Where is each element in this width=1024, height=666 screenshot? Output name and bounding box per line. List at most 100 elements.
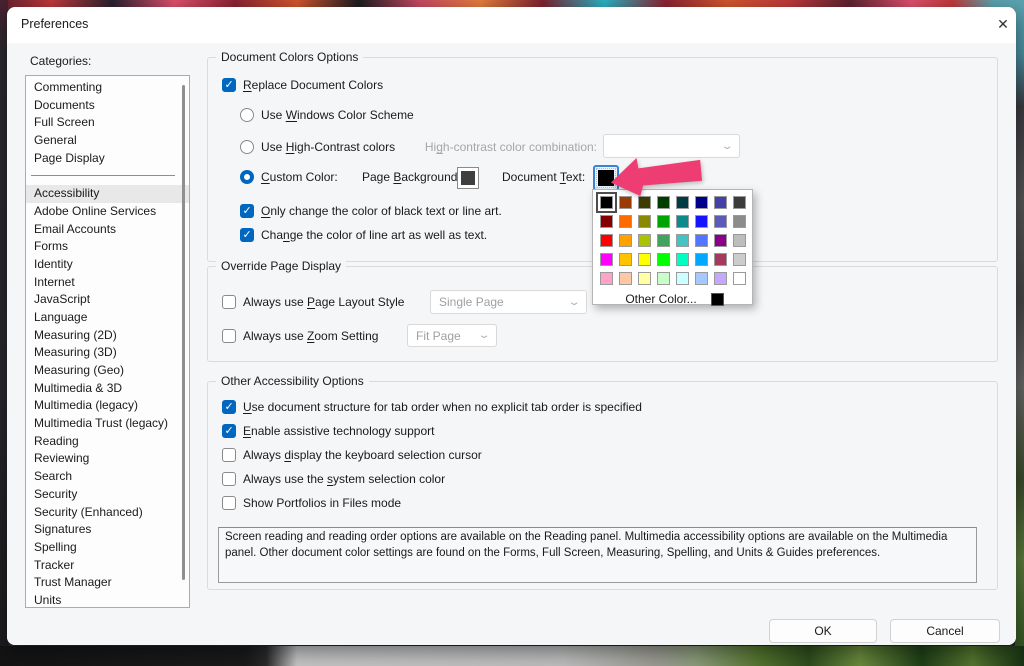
color-swatch xyxy=(657,272,670,285)
color-swatch xyxy=(733,215,746,228)
category-item[interactable]: Spelling xyxy=(26,539,189,557)
category-item[interactable]: Measuring (3D) xyxy=(26,344,189,362)
color-swatch-cell[interactable] xyxy=(692,250,711,269)
color-swatch-cell[interactable] xyxy=(673,212,692,231)
category-item[interactable]: Security (Enhanced) xyxy=(26,504,189,522)
category-item[interactable]: Multimedia (legacy) xyxy=(26,397,189,415)
color-swatch-cell[interactable] xyxy=(692,212,711,231)
category-item[interactable]: Multimedia Trust (legacy) xyxy=(26,415,189,433)
category-item[interactable]: Email Accounts xyxy=(26,221,189,239)
category-item[interactable]: Forms xyxy=(26,238,189,256)
accessibility-option-label: Use document structure for tab order whe… xyxy=(243,400,642,414)
accessibility-option-checkbox[interactable] xyxy=(222,496,236,510)
category-item[interactable]: Measuring (Geo) xyxy=(26,362,189,380)
category-item[interactable]: Page Display xyxy=(26,150,189,168)
other-color-row[interactable]: Other Color... xyxy=(597,289,752,309)
category-item[interactable]: Tracker xyxy=(26,557,189,575)
color-swatch xyxy=(600,253,613,266)
color-swatch-cell[interactable] xyxy=(730,269,749,288)
color-swatch-cell[interactable] xyxy=(635,250,654,269)
category-item[interactable]: Search xyxy=(26,468,189,486)
preferences-dialog: Preferences ✕ Categories: Commenting Doc… xyxy=(7,7,1016,645)
color-swatch-cell[interactable] xyxy=(654,212,673,231)
accessibility-option-checkbox[interactable] xyxy=(222,400,236,414)
color-swatch-cell[interactable] xyxy=(711,250,730,269)
color-swatch-cell[interactable] xyxy=(711,212,730,231)
use-high-contrast-radio[interactable] xyxy=(240,140,254,154)
category-item[interactable]: Identity xyxy=(26,256,189,274)
accessibility-option-checkbox[interactable] xyxy=(222,424,236,438)
color-swatch-cell[interactable] xyxy=(616,231,635,250)
category-item[interactable]: Accessibility xyxy=(26,185,189,203)
always-zoom-checkbox[interactable] xyxy=(222,329,236,343)
color-swatch-cell[interactable] xyxy=(730,250,749,269)
accessibility-option-checkbox[interactable] xyxy=(222,448,236,462)
color-swatch xyxy=(657,234,670,247)
category-item[interactable]: JavaScript xyxy=(26,291,189,309)
category-item[interactable]: Security xyxy=(26,486,189,504)
category-item[interactable]: Measuring (2D) xyxy=(26,327,189,345)
accessibility-option-row: Show Portfolios in Files mode xyxy=(222,493,401,513)
color-swatch-cell[interactable] xyxy=(673,250,692,269)
accessibility-option-label: Enable assistive technology support xyxy=(243,424,434,438)
color-swatch-cell[interactable] xyxy=(597,250,616,269)
only-change-black-checkbox[interactable] xyxy=(240,204,254,218)
page-background-swatch-button[interactable] xyxy=(457,167,479,189)
document-text-label: Document Text: xyxy=(502,170,585,184)
color-swatch-cell[interactable] xyxy=(616,212,635,231)
color-swatch-cell[interactable] xyxy=(692,269,711,288)
color-swatch-cell[interactable] xyxy=(616,250,635,269)
categories-scrollbar[interactable] xyxy=(182,85,185,580)
color-swatch-cell[interactable] xyxy=(597,269,616,288)
color-swatch-cell[interactable] xyxy=(635,212,654,231)
replace-document-colors-checkbox[interactable] xyxy=(222,78,236,92)
color-swatch xyxy=(695,253,708,266)
category-item[interactable]: Adobe Online Services xyxy=(26,203,189,221)
color-swatch-cell[interactable] xyxy=(730,231,749,250)
category-item[interactable]: Commenting xyxy=(26,79,189,97)
color-swatch-cell[interactable] xyxy=(711,231,730,250)
page-layout-style-select[interactable]: Single Page ⌄ xyxy=(430,290,587,314)
color-swatch-cell[interactable] xyxy=(654,250,673,269)
color-swatch-cell[interactable] xyxy=(654,231,673,250)
category-item[interactable]: Full Screen xyxy=(26,114,189,132)
category-item[interactable]: Trust Manager xyxy=(26,574,189,592)
accessibility-option-row: Always display the keyboard selection cu… xyxy=(222,445,482,465)
color-swatch-cell[interactable] xyxy=(711,193,730,212)
color-swatch xyxy=(676,215,689,228)
color-swatch-cell[interactable] xyxy=(673,231,692,250)
color-swatch xyxy=(600,234,613,247)
category-item[interactable]: Documents xyxy=(26,97,189,115)
color-swatch-cell[interactable] xyxy=(673,269,692,288)
use-windows-color-scheme-radio[interactable] xyxy=(240,108,254,122)
accessibility-option-checkbox[interactable] xyxy=(222,472,236,486)
color-swatch-cell[interactable] xyxy=(692,231,711,250)
category-item[interactable]: Internet xyxy=(26,274,189,292)
category-item[interactable]: Multimedia & 3D xyxy=(26,380,189,398)
color-swatch-cell[interactable] xyxy=(597,231,616,250)
color-swatch-cell[interactable] xyxy=(597,212,616,231)
category-item[interactable]: Reading xyxy=(26,433,189,451)
close-icon[interactable]: ✕ xyxy=(992,13,1014,35)
accessibility-option-row: Always use the system selection color xyxy=(222,469,445,489)
ok-button[interactable]: OK xyxy=(769,619,877,643)
always-page-layout-checkbox[interactable] xyxy=(222,295,236,309)
category-item[interactable]: General xyxy=(26,132,189,150)
change-line-art-checkbox[interactable] xyxy=(240,228,254,242)
color-swatch-cell[interactable] xyxy=(616,269,635,288)
color-swatch-cell[interactable] xyxy=(635,269,654,288)
category-item[interactable]: Language xyxy=(26,309,189,327)
color-swatch-cell[interactable] xyxy=(730,212,749,231)
replace-document-colors-label: Replace Document Colors xyxy=(243,78,383,92)
use-windows-color-scheme-row: Use Windows Color Scheme xyxy=(240,105,414,125)
color-swatch-cell[interactable] xyxy=(654,269,673,288)
zoom-setting-select[interactable]: Fit Page ⌄ xyxy=(407,324,497,347)
custom-color-radio[interactable] xyxy=(240,170,254,184)
color-swatch-cell[interactable] xyxy=(635,231,654,250)
color-swatch-cell[interactable] xyxy=(730,193,749,212)
category-item[interactable]: Units xyxy=(26,592,189,608)
category-item[interactable]: Reviewing xyxy=(26,450,189,468)
category-item[interactable]: Signatures xyxy=(26,521,189,539)
color-swatch-cell[interactable] xyxy=(711,269,730,288)
cancel-button[interactable]: Cancel xyxy=(890,619,1000,643)
